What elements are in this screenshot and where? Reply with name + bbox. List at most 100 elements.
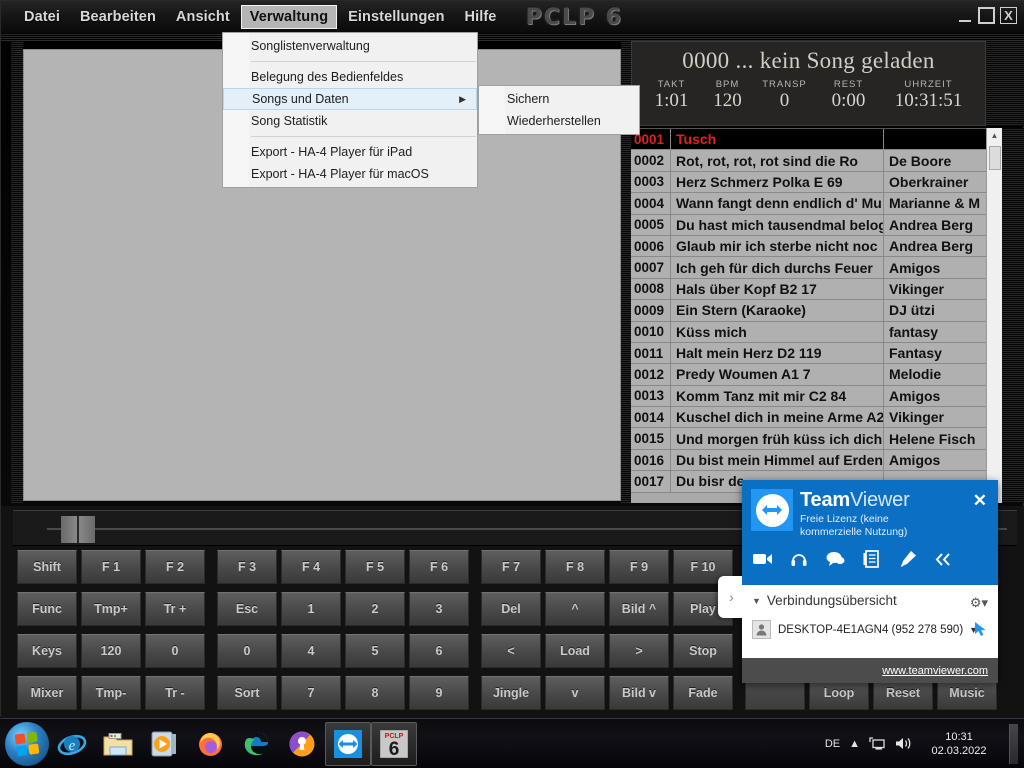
key-bild-v[interactable]: Bild v (609, 676, 669, 710)
taskbar-clock[interactable]: 10:31 02.03.2022 (922, 730, 996, 758)
menu-item-export-macos[interactable]: Export - HA-4 Player für macOS (223, 163, 477, 185)
key-tr[interactable]: Tr - (145, 676, 205, 710)
tray-language-indicator[interactable]: DE (825, 738, 840, 750)
gear-icon[interactable]: ⚙▾ (970, 595, 988, 611)
song-list-row[interactable]: 0006Glaub mir ich sterbe nicht nocAndrea… (631, 236, 986, 257)
song-list-row[interactable]: 0008Hals über Kopf B2 17Vikinger (631, 279, 986, 300)
key-1[interactable]: 1 (281, 592, 341, 626)
key-f-5[interactable]: F 5 (345, 550, 405, 584)
key-[interactable]: > (609, 634, 669, 668)
key-stop[interactable]: Stop (673, 634, 733, 668)
key-del[interactable]: Del (481, 592, 541, 626)
key-shift[interactable]: Shift (17, 550, 77, 584)
taskbar-file-explorer-icon[interactable] (95, 722, 141, 766)
key-bild[interactable]: Bild ^ (609, 592, 669, 626)
taskbar-edge-icon[interactable] (233, 722, 279, 766)
taskbar-internet-explorer-icon[interactable]: e (49, 722, 95, 766)
key-f-2[interactable]: F 2 (145, 550, 205, 584)
key-tr[interactable]: Tr + (145, 592, 205, 626)
key-sort[interactable]: Sort (217, 676, 277, 710)
song-list[interactable]: 0001Tusch0002Rot, rot, rot, rot sind die… (631, 128, 986, 503)
key-9[interactable]: 9 (409, 676, 469, 710)
menu-datei[interactable]: Datei (15, 5, 69, 29)
menu-item-song-statistik[interactable]: Song Statistik (223, 110, 477, 132)
menu-einstellungen[interactable]: Einstellungen (339, 5, 453, 29)
taskbar-teamviewer-icon[interactable] (325, 722, 371, 766)
key-tmp[interactable]: Tmp- (81, 676, 141, 710)
key-f-6[interactable]: F 6 (409, 550, 469, 584)
whiteboard-icon[interactable] (896, 548, 918, 570)
key-tmp[interactable]: Tmp+ (81, 592, 141, 626)
key-2[interactable]: 2 (345, 592, 405, 626)
notes-icon[interactable] (860, 548, 882, 570)
taskbar-firefox-icon[interactable] (187, 722, 233, 766)
key-6[interactable]: 6 (409, 634, 469, 668)
chat-icon[interactable] (824, 548, 846, 570)
song-list-row[interactable]: 0004Wann fangt denn endlich d' MuMariann… (631, 193, 986, 214)
key-mixer[interactable]: Mixer (17, 676, 77, 710)
menu-item-export-ipad[interactable]: Export - HA-4 Player für iPad (223, 141, 477, 163)
key-f-1[interactable]: F 1 (81, 550, 141, 584)
key-0[interactable]: 0 (145, 634, 205, 668)
menu-verwaltung[interactable]: Verwaltung (241, 5, 337, 29)
submenu-item-wiederherstellen[interactable]: Wiederherstellen (479, 110, 639, 132)
song-list-row[interactable]: 0011Halt mein Herz D2 119Fantasy (631, 343, 986, 364)
scrollbar-thumb[interactable] (989, 146, 1001, 170)
connection-overview-header[interactable]: ▼ Verbindungsübersicht (752, 593, 988, 608)
song-list-row[interactable]: 0014Kuschel dich in meine Arme A2Vikinge… (631, 407, 986, 428)
key-120[interactable]: 120 (81, 634, 141, 668)
taskbar-pclp6-icon[interactable]: PCLP6 (371, 722, 417, 766)
key-f-3[interactable]: F 3 (217, 550, 277, 584)
start-button[interactable] (5, 722, 49, 766)
menu-item-songs-und-daten[interactable]: Songs und Daten ▶ (223, 88, 477, 110)
teamviewer-panel[interactable]: › TeamViewer Freie Lizenz (keine kommerz… (742, 480, 998, 683)
menu-ansicht[interactable]: Ansicht (167, 5, 239, 29)
key-8[interactable]: 8 (345, 676, 405, 710)
key-jingle[interactable]: Jingle (481, 676, 541, 710)
menu-item-songlistenverwaltung[interactable]: Songlistenverwaltung (223, 35, 477, 57)
song-list-row[interactable]: 0007Ich geh für dich durchs FeuerAmigos (631, 257, 986, 278)
menu-item-belegung-bedienfeldes[interactable]: Belegung des Bedienfeldes (223, 66, 477, 88)
taskbar-avast-icon[interactable] (279, 722, 325, 766)
tray-volume-icon[interactable] (895, 736, 913, 751)
show-desktop-button[interactable] (1009, 724, 1018, 764)
video-camera-icon[interactable] (752, 548, 774, 570)
song-list-row[interactable]: 0009Ein Stern (Karaoke)DJ ützi (631, 300, 986, 321)
key-[interactable]: ^ (545, 592, 605, 626)
key-fade[interactable]: Fade (673, 676, 733, 710)
slider-knob[interactable] (61, 516, 95, 543)
menu-bearbeiten[interactable]: Bearbeiten (71, 5, 165, 29)
song-list-row[interactable]: 0003Herz Schmerz Polka E 69Oberkrainer (631, 172, 986, 193)
key-keys[interactable]: Keys (17, 634, 77, 668)
song-list-row[interactable]: 0002Rot, rot, rot, rot sind die RoDe Boo… (631, 150, 986, 171)
key-4[interactable]: 4 (281, 634, 341, 668)
song-list-row[interactable]: 0012Predy Woumen A1 7Melodie (631, 364, 986, 385)
song-list-row[interactable]: 0015Und morgen früh küss ich dichHelene … (631, 428, 986, 449)
key-[interactable]: < (481, 634, 541, 668)
teamviewer-expand-tab[interactable]: › (718, 576, 745, 618)
key-5[interactable]: 5 (345, 634, 405, 668)
taskbar-media-player-icon[interactable] (141, 722, 187, 766)
key-esc[interactable]: Esc (217, 592, 277, 626)
song-list-row[interactable]: 0016Du bist mein Himmel auf ErdenAmigos (631, 450, 986, 471)
scroll-up-icon[interactable]: ▲ (987, 128, 1002, 143)
verwaltung-dropdown-menu[interactable]: Songlistenverwaltung Belegung des Bedien… (222, 32, 478, 188)
menu-hilfe[interactable]: Hilfe (456, 5, 506, 29)
key-f-7[interactable]: F 7 (481, 550, 541, 584)
close-button[interactable]: X (1000, 7, 1017, 24)
songs-und-daten-submenu[interactable]: Sichern Wiederherstellen (478, 85, 640, 135)
submenu-item-sichern[interactable]: Sichern (479, 88, 639, 110)
song-list-scrollbar[interactable]: ▲ ▼ (986, 128, 1002, 503)
minimize-button[interactable] (956, 7, 973, 24)
tray-network-icon[interactable] (869, 736, 886, 751)
song-list-row[interactable]: 0001Tusch (631, 129, 986, 150)
collapse-icon[interactable] (932, 548, 954, 570)
maximize-button[interactable] (978, 7, 995, 24)
song-list-row[interactable]: 0010Küss michfantasy (631, 322, 986, 343)
key-load[interactable]: Load (545, 634, 605, 668)
key-v[interactable]: v (545, 676, 605, 710)
contact-list-item[interactable]: DESKTOP-4E1AGN4 (952 278 590) ▼ (752, 620, 988, 639)
key-f-9[interactable]: F 9 (609, 550, 669, 584)
key-3[interactable]: 3 (409, 592, 469, 626)
teamviewer-close-icon[interactable]: ✕ (973, 492, 987, 509)
